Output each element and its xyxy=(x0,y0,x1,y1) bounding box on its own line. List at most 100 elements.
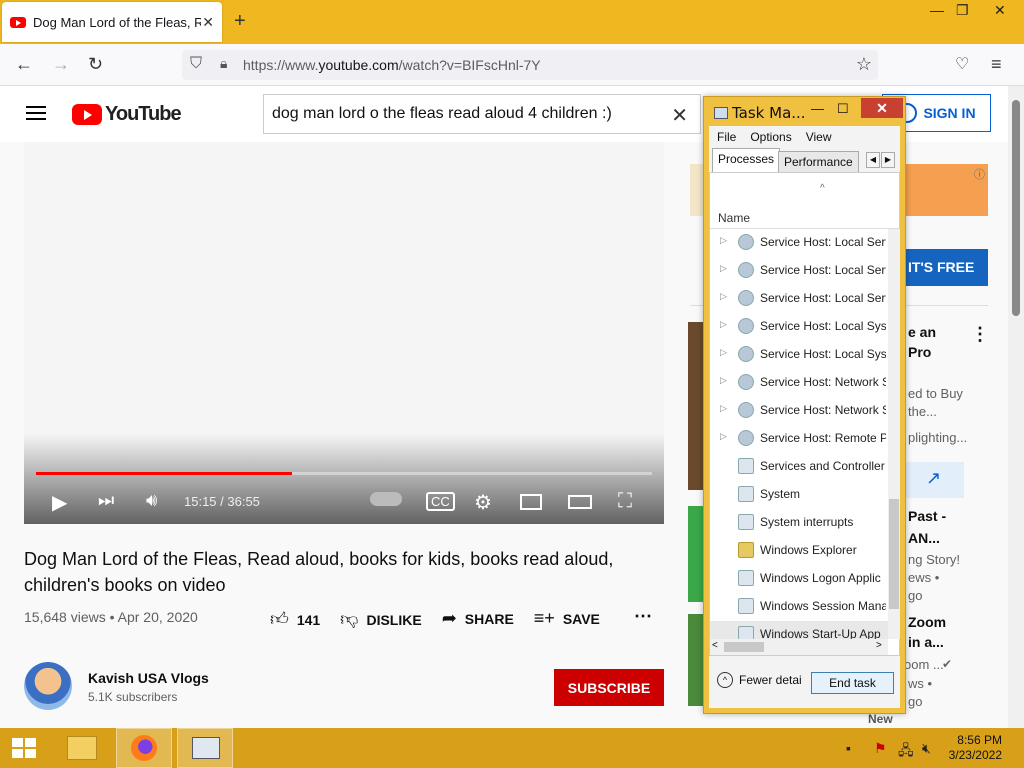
new-tab-button[interactable]: + xyxy=(234,10,246,33)
column-header-name[interactable]: Name xyxy=(718,211,750,225)
taskbar-task-manager[interactable] xyxy=(177,728,233,768)
reload-icon[interactable]: ↻ xyxy=(88,54,103,75)
expand-arrow-icon[interactable]: ▷ xyxy=(720,263,727,274)
ad-info-icon[interactable]: ⓘ xyxy=(974,166,985,182)
process-vertical-scrollbar[interactable] xyxy=(888,229,900,639)
expand-arrow-icon[interactable]: ▷ xyxy=(720,235,727,246)
process-row[interactable]: Windows Logon Applic xyxy=(710,565,888,593)
window-minimize-button[interactable]: — xyxy=(930,2,944,18)
process-row[interactable]: System interrupts xyxy=(710,509,888,537)
pocket-icon[interactable]: ♡ xyxy=(955,54,969,74)
theater-mode-icon[interactable] xyxy=(568,495,592,509)
expand-arrow-icon[interactable]: ▷ xyxy=(720,431,727,442)
taskbar-clock[interactable]: 8:56 PM 3/23/2022 xyxy=(940,733,1002,763)
bookmark-star-icon[interactable]: ☆ xyxy=(856,54,872,75)
more-actions-icon[interactable]: ⋯ xyxy=(634,606,652,627)
start-windows-icon[interactable] xyxy=(12,738,38,760)
next-icon[interactable]: ⏭ xyxy=(98,490,114,511)
tm-close-button[interactable]: ✕ xyxy=(861,98,903,118)
process-row[interactable]: System xyxy=(710,481,888,509)
related-menu-icon[interactable]: ⋮ xyxy=(971,324,989,345)
play-icon[interactable]: ▶ xyxy=(52,490,67,515)
channel-avatar[interactable] xyxy=(24,662,72,710)
dislike-button[interactable]: 👎︎ DISLIKE xyxy=(340,608,422,630)
page-scrollbar-thumb[interactable] xyxy=(1012,100,1020,316)
like-button[interactable]: 👍︎ 141 xyxy=(270,608,320,630)
hamburger-menu-icon[interactable] xyxy=(26,106,46,120)
process-row[interactable]: ▷ Service Host: Local Serv xyxy=(710,229,888,257)
progress-bar[interactable] xyxy=(36,472,652,475)
related-title-2a[interactable]: Past - xyxy=(908,508,946,524)
process-row[interactable]: ▷ Service Host: Local Syst xyxy=(710,313,888,341)
process-row[interactable]: ▷ Service Host: Network S xyxy=(710,397,888,425)
related-title-3b[interactable]: in a... xyxy=(908,634,944,650)
page-scrollbar[interactable] xyxy=(1008,86,1024,728)
share-button[interactable]: ➦ SHARE xyxy=(442,608,514,630)
channel-name[interactable]: Kavish USA Vlogs xyxy=(88,670,209,686)
related-thumb-1[interactable] xyxy=(688,322,704,490)
tab-scroll-left-icon[interactable]: ◀ xyxy=(866,152,880,168)
process-row[interactable]: ▷ Service Host: Local Serv xyxy=(710,257,888,285)
autoplay-toggle[interactable] xyxy=(370,492,402,506)
related-title-1b[interactable]: Pro xyxy=(908,344,931,360)
external-link-box[interactable]: ↗ xyxy=(906,462,964,498)
network-icon[interactable]: 🖧︎ xyxy=(898,740,914,764)
process-row[interactable]: Windows Start-Up App xyxy=(710,621,888,639)
process-row[interactable]: Windows Explorer xyxy=(710,537,888,565)
tab-performance[interactable]: Performance xyxy=(778,151,859,172)
back-arrow-icon[interactable]: ← xyxy=(15,54,33,75)
expand-arrow-icon[interactable]: ▷ xyxy=(720,319,727,330)
tm-menu-options[interactable]: Options xyxy=(750,130,791,144)
window-close-button[interactable]: ✕ xyxy=(994,2,1006,19)
miniplayer-icon[interactable] xyxy=(520,494,542,510)
save-button[interactable]: ≡+ SAVE xyxy=(534,608,600,630)
try-free-button[interactable]: IT'S FREE xyxy=(898,249,988,286)
tab-scroll-right-icon[interactable]: ▶ xyxy=(881,152,895,168)
related-thumb-3[interactable] xyxy=(688,614,704,706)
tm-maximize-button[interactable]: ☐ xyxy=(837,101,849,117)
expand-arrow-icon[interactable]: ▷ xyxy=(720,375,727,386)
youtube-logo[interactable]: YouTube xyxy=(72,103,182,126)
search-box[interactable]: ✕ xyxy=(263,94,701,134)
tracking-shield-icon[interactable]: ⛉ xyxy=(190,55,202,73)
subscribe-button[interactable]: SUBSCRIBE xyxy=(554,669,664,706)
tm-menu-file[interactable]: File xyxy=(717,130,736,144)
process-horizontal-scrollbar[interactable]: < > xyxy=(710,639,888,655)
process-row[interactable]: ▷ Service Host: Local Syst xyxy=(710,341,888,369)
volume-muted-icon[interactable]: 🔇︎ xyxy=(922,740,931,757)
process-row[interactable]: ▷ Service Host: Remote P xyxy=(710,425,888,453)
related-title-3a[interactable]: Zoom xyxy=(908,614,946,630)
taskbar-file-explorer[interactable] xyxy=(55,728,111,768)
process-row[interactable]: Services and Controller xyxy=(710,453,888,481)
expand-arrow-icon[interactable]: ▷ xyxy=(720,347,727,358)
search-input[interactable] xyxy=(264,95,654,133)
process-row[interactable]: ▷ Service Host: Local Serv xyxy=(710,285,888,313)
taskbar-firefox[interactable] xyxy=(116,728,172,768)
captions-icon[interactable]: CC xyxy=(426,492,455,511)
clear-search-icon[interactable]: ✕ xyxy=(671,103,688,128)
tm-minimize-button[interactable]: — xyxy=(811,101,824,116)
app-menu-icon[interactable]: ≡ xyxy=(991,54,1002,75)
browser-tab[interactable]: Dog Man Lord of the Fleas, Rea ✕ xyxy=(2,2,222,42)
settings-gear-icon[interactable]: ⚙ xyxy=(474,490,492,515)
window-restore-button[interactable]: ❐ xyxy=(956,2,969,19)
expand-arrow-icon[interactable]: ▷ xyxy=(720,403,727,414)
related-title-1a[interactable]: e an xyxy=(908,324,936,340)
related-title-2b[interactable]: AN... xyxy=(908,530,940,546)
end-task-button[interactable]: End task xyxy=(811,672,894,694)
hscroll-left-icon[interactable]: < xyxy=(712,640,718,651)
expand-arrow-icon[interactable]: ▷ xyxy=(720,291,727,302)
tm-menu-view[interactable]: View xyxy=(806,130,832,144)
tab-processes[interactable]: Processes xyxy=(712,148,781,172)
fullscreen-icon[interactable]: ⛶ xyxy=(618,490,632,513)
related-thumb-2[interactable] xyxy=(688,506,704,602)
action-center-flag-icon[interactable]: ⚑ xyxy=(874,740,887,757)
hscroll-right-icon[interactable]: > xyxy=(876,640,882,651)
vscroll-thumb[interactable] xyxy=(889,499,899,609)
video-player[interactable]: ▶ ⏭ 🔊︎ 15:15 / 36:55 CC ⚙ ⛶ xyxy=(24,142,664,524)
url-text[interactable]: https://www.youtube.com/watch?v=BIFscHnl… xyxy=(243,57,541,73)
process-row[interactable]: ▷ Service Host: Network S xyxy=(710,369,888,397)
url-bar[interactable]: ⛉ 🔒︎ https://www.youtube.com/watch?v=BIF… xyxy=(182,50,878,80)
lock-icon[interactable]: 🔒︎ xyxy=(220,55,227,72)
fewer-details-button[interactable]: ^ Fewer detai xyxy=(717,672,802,688)
